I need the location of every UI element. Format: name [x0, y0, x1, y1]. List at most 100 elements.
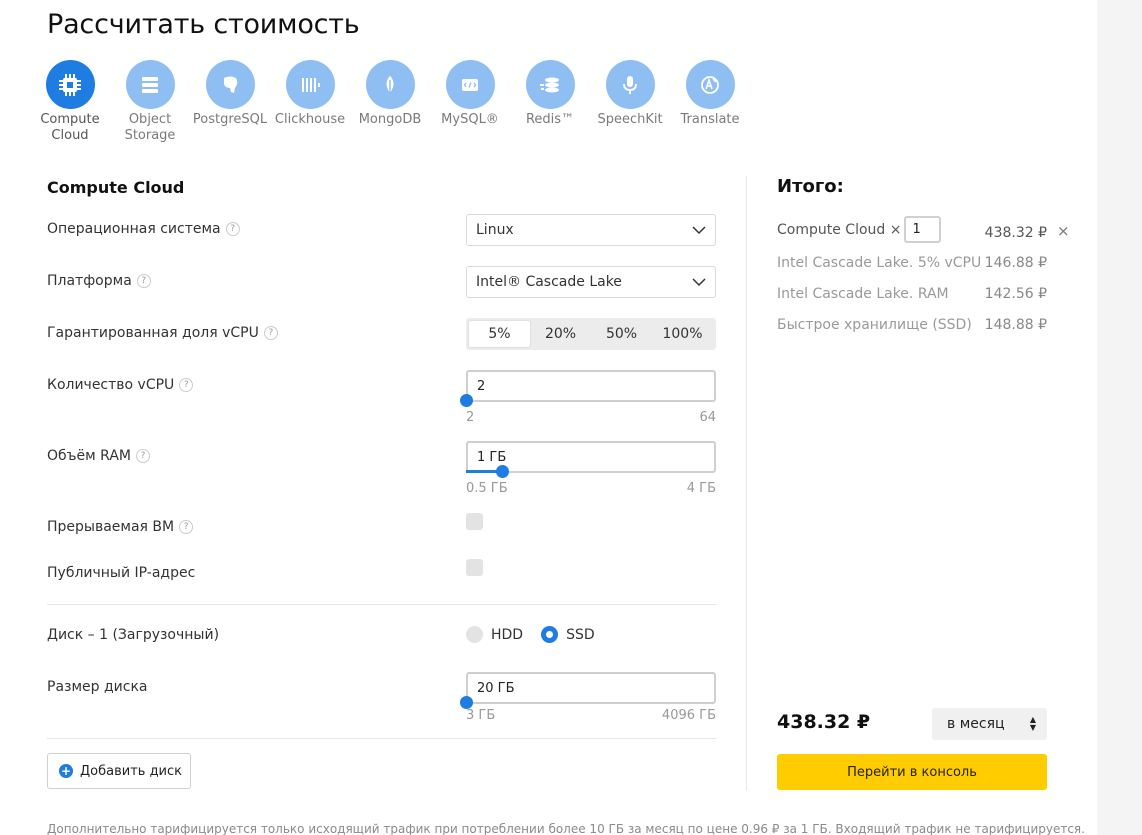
- vcpu-share-option-20[interactable]: 20%: [530, 321, 591, 347]
- billing-period-select[interactable]: в месяц ▲ ▼: [932, 708, 1047, 740]
- disk-type-ssd-label: SSD: [566, 626, 595, 643]
- public-ip-label-text: Публичный IP-адрес: [47, 565, 196, 581]
- disk-size-label-text: Размер диска: [47, 679, 148, 695]
- section-title: Compute Cloud: [47, 178, 185, 197]
- vcpu-count-max: 64: [699, 410, 716, 425]
- disk-type-hdd-label: HDD: [491, 626, 524, 643]
- service-mysql[interactable]: MySQL®: [430, 60, 510, 144]
- slider-handle[interactable]: [495, 465, 509, 478]
- summary-item-name: Intel Cascade Lake. 5% vCPU: [777, 255, 982, 271]
- service-clickhouse[interactable]: Clickhouse: [270, 60, 350, 144]
- help-icon[interactable]: ?: [225, 222, 240, 236]
- ram-min: 0.5 ГБ: [466, 481, 508, 496]
- summary-main-item: Compute Cloud × 1 438.32 ₽: [777, 216, 1047, 243]
- service-object-storage[interactable]: Object Storage: [110, 60, 190, 144]
- disk-size-min: 3 ГБ: [466, 708, 496, 723]
- service-compute-cloud[interactable]: Compute Cloud: [30, 60, 110, 144]
- sort-arrows-icon: ▲ ▼: [1029, 715, 1036, 732]
- quantity-input[interactable]: 1: [904, 216, 942, 243]
- service-label: Translate: [680, 112, 740, 127]
- vcpu-count-input[interactable]: 2: [466, 370, 716, 402]
- service-label: MongoDB: [358, 112, 422, 127]
- summary-item: Intel Cascade Lake. RAM 142.56 ₽: [777, 286, 1047, 302]
- service-label: Clickhouse: [274, 112, 346, 127]
- close-icon[interactable]: ×: [1057, 222, 1070, 240]
- billing-period-value: в месяц: [947, 716, 1005, 732]
- public-ip-checkbox[interactable]: [466, 559, 483, 576]
- vcpu-count-slider[interactable]: [460, 394, 716, 407]
- radio-button-checked[interactable]: [541, 626, 559, 643]
- vcpu-share-label-text: Гарантированная доля vCPU: [47, 325, 259, 341]
- summary-main-item-price: 438.32 ₽: [984, 224, 1047, 241]
- disk-size-label: Размер диска: [47, 679, 148, 695]
- vcpu-share-label: Гарантированная доля vCPU?: [47, 325, 278, 341]
- platform-select[interactable]: Intel® Cascade Lake: [466, 266, 716, 298]
- ram-label-text: Объём RAM: [47, 448, 131, 464]
- microphone-icon: [605, 60, 655, 109]
- mysql-icon: [445, 60, 495, 109]
- service-mongodb[interactable]: MongoDB: [350, 60, 430, 144]
- disk-size-max: 4096 ГБ: [661, 708, 716, 723]
- service-label: Object Storage: [124, 112, 176, 143]
- service-label: PostgreSQL: [192, 112, 268, 127]
- chevron-down-icon: [692, 278, 706, 287]
- summary-item-name: Intel Cascade Lake. RAM: [777, 286, 949, 302]
- translate-icon: [685, 60, 735, 109]
- divider: [47, 604, 716, 605]
- vcpu-count-label-text: Количество vCPU: [47, 377, 175, 393]
- disk-type-radio-group: HDD SSD: [466, 626, 613, 643]
- vcpu-share-option-50[interactable]: 50%: [591, 321, 652, 347]
- summary-item-price: 142.56 ₽: [984, 286, 1047, 302]
- preemptible-label: Прерываемая ВМ?: [47, 519, 194, 535]
- disk-label-text: Диск – 1 (Загрузочный): [47, 627, 220, 643]
- vcpu-share-selector: 5% 20% 50% 100%: [466, 318, 716, 350]
- add-disk-button[interactable]: + Добавить диск: [47, 753, 191, 789]
- clickhouse-icon: [285, 60, 335, 109]
- disk-type-hdd[interactable]: HDD: [466, 626, 523, 643]
- preemptible-label-text: Прерываемая ВМ: [47, 519, 175, 535]
- summary-item-price: 146.88 ₽: [984, 255, 1047, 271]
- plus-icon: +: [59, 764, 73, 778]
- os-label: Операционная система?: [47, 221, 240, 237]
- disk-size-slider[interactable]: [460, 696, 716, 709]
- help-icon[interactable]: ?: [179, 378, 194, 392]
- platform-label: Платформа?: [47, 273, 151, 289]
- service-speechkit[interactable]: SpeechKit: [590, 60, 670, 144]
- go-to-console-button[interactable]: Перейти в консоль: [777, 754, 1047, 790]
- slider-handle[interactable]: [460, 394, 473, 407]
- help-icon[interactable]: ?: [263, 326, 278, 340]
- preemptible-checkbox[interactable]: [466, 513, 483, 530]
- summary-item-price: 148.88 ₽: [984, 317, 1047, 333]
- help-icon[interactable]: ?: [136, 274, 151, 288]
- vcpu-count-min: 2: [466, 410, 475, 425]
- grand-total: 438.32 ₽: [777, 711, 871, 733]
- help-icon[interactable]: ?: [179, 520, 194, 534]
- service-label: MySQL®: [441, 112, 499, 127]
- summary-item-name: Быстрое хранилище (SSD): [777, 317, 972, 333]
- platform-label-text: Платформа: [47, 273, 132, 289]
- os-select[interactable]: Linux: [466, 214, 716, 246]
- platform-select-value: Intel® Cascade Lake: [476, 274, 622, 290]
- storage-icon: [125, 60, 175, 109]
- chevron-down-icon: [692, 226, 706, 235]
- mongodb-icon: [365, 60, 415, 109]
- public-ip-label: Публичный IP-адрес: [47, 565, 195, 581]
- service-translate[interactable]: Translate: [670, 60, 750, 144]
- ram-slider[interactable]: [466, 465, 716, 478]
- radio-button[interactable]: [466, 626, 483, 643]
- service-postgresql[interactable]: PostgreSQL: [190, 60, 270, 144]
- vcpu-share-option-100[interactable]: 100%: [652, 321, 713, 347]
- vcpu-share-option-5[interactable]: 5%: [469, 321, 530, 347]
- divider: [47, 738, 716, 739]
- help-icon[interactable]: ?: [136, 449, 150, 463]
- page-gutter: [1097, 0, 1142, 835]
- disk-type-ssd[interactable]: SSD: [541, 626, 595, 643]
- redis-icon: [525, 60, 575, 109]
- service-selector: Compute Cloud Object Storage PostgreSQL …: [30, 60, 750, 144]
- service-redis[interactable]: Redis™: [510, 60, 590, 144]
- os-select-value: Linux: [476, 222, 514, 238]
- disk-size-input[interactable]: 20 ГБ: [466, 672, 716, 704]
- ram-max: 4 ГБ: [686, 481, 716, 496]
- postgresql-icon: [205, 60, 255, 109]
- summary-item: Быстрое хранилище (SSD) 148.88 ₽: [777, 317, 1047, 333]
